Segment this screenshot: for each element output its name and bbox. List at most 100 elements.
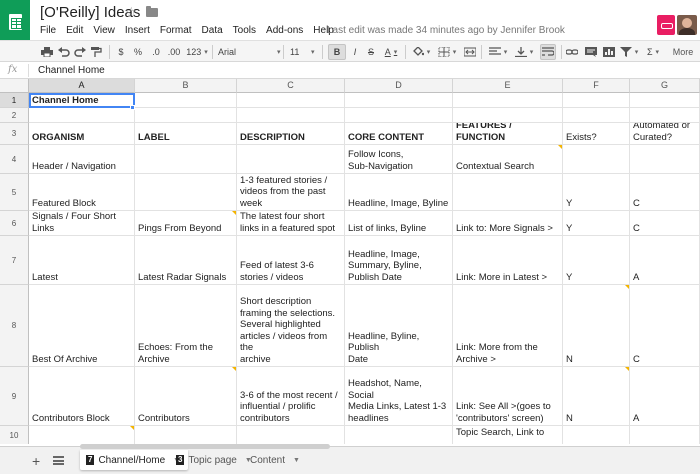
sheet-tab-content[interactable]: Content ▼ bbox=[244, 450, 308, 470]
row-header-2[interactable]: 2 bbox=[0, 108, 29, 123]
cell-a4[interactable]: Header / Navigation bbox=[29, 145, 135, 174]
select-all-corner[interactable] bbox=[0, 79, 29, 93]
cell-a9[interactable]: Contributors Block bbox=[29, 367, 135, 426]
cell-a2[interactable] bbox=[29, 108, 135, 123]
cell-e10[interactable]: Topic Search, Link to bbox=[453, 426, 563, 444]
filter-icon[interactable] bbox=[618, 44, 640, 60]
column-header-c[interactable]: C bbox=[237, 79, 345, 93]
cell-d9[interactable]: Headshot, Name, Social Media Links, Late… bbox=[345, 367, 453, 426]
vertical-align-icon[interactable] bbox=[513, 44, 535, 60]
formula-input[interactable]: Channel Home bbox=[38, 65, 105, 76]
row-header-1[interactable]: 1 bbox=[0, 93, 29, 108]
cell-d1[interactable] bbox=[345, 93, 453, 108]
font-size-dropdown[interactable]: 11 bbox=[290, 44, 318, 60]
fill-color-icon[interactable] bbox=[410, 44, 432, 60]
cell-f1[interactable] bbox=[563, 93, 630, 108]
row-header-6[interactable]: 6 bbox=[0, 211, 29, 236]
cell-f7[interactable]: Y bbox=[563, 236, 630, 285]
horizontal-scrollbar[interactable] bbox=[80, 444, 330, 449]
cell-f2[interactable] bbox=[563, 108, 630, 123]
cell-f4[interactable] bbox=[563, 145, 630, 174]
cell-c6[interactable]: The latest four short links in a feature… bbox=[237, 211, 345, 236]
menu-data[interactable]: Data bbox=[202, 25, 223, 36]
row-header-5[interactable]: 5 bbox=[0, 174, 29, 211]
column-header-e[interactable]: E bbox=[453, 79, 563, 93]
cell-f3[interactable]: Exists? bbox=[563, 123, 630, 145]
print-icon[interactable] bbox=[41, 44, 53, 60]
strikethrough-button[interactable]: S bbox=[366, 44, 376, 60]
text-color-button[interactable]: A bbox=[381, 44, 401, 60]
cell-g10[interactable] bbox=[630, 426, 700, 444]
cell-c3[interactable]: DESCRIPTION bbox=[237, 123, 345, 145]
cell-g3[interactable]: Automated or Curated? bbox=[630, 123, 700, 145]
folder-icon[interactable] bbox=[146, 6, 158, 17]
cell-d7[interactable]: Headline, Image, Summary, Byline, Publis… bbox=[345, 236, 453, 285]
star-icon[interactable]: ☆ bbox=[125, 4, 138, 21]
cell-b5[interactable] bbox=[135, 174, 237, 211]
cell-b8[interactable]: Echoes: From the Archive bbox=[135, 285, 237, 367]
menu-view[interactable]: View bbox=[93, 25, 115, 36]
menu-addons[interactable]: Add-ons bbox=[266, 25, 303, 36]
undo-icon[interactable] bbox=[58, 44, 70, 60]
cell-e6[interactable]: Link to: More Signals > bbox=[453, 211, 563, 236]
cell-c2[interactable] bbox=[237, 108, 345, 123]
cell-f5[interactable]: Y bbox=[563, 174, 630, 211]
cell-d5[interactable]: Headline, Image, Byline bbox=[345, 174, 453, 211]
cell-g7[interactable]: A bbox=[630, 236, 700, 285]
cell-c9[interactable]: 3-6 of the most recent / influential / p… bbox=[237, 367, 345, 426]
cell-b1[interactable] bbox=[135, 93, 237, 108]
cell-b7[interactable]: Latest Radar Signals bbox=[135, 236, 237, 285]
cell-f9[interactable]: N bbox=[563, 367, 630, 426]
bold-button[interactable]: B bbox=[328, 44, 346, 60]
add-sheet-icon[interactable]: + bbox=[32, 453, 40, 469]
cell-b4[interactable] bbox=[135, 145, 237, 174]
redo-icon[interactable] bbox=[74, 44, 86, 60]
cell-a3[interactable]: ORGANISM bbox=[29, 123, 135, 145]
cell-g8[interactable]: C bbox=[630, 285, 700, 367]
increase-decimal-button[interactable]: .00 bbox=[166, 44, 182, 60]
text-wrap-icon[interactable] bbox=[540, 44, 556, 60]
cell-c4[interactable] bbox=[237, 145, 345, 174]
comment-marker-icon[interactable] bbox=[558, 145, 562, 149]
cell-f8[interactable]: N bbox=[563, 285, 630, 367]
cell-g6[interactable]: C bbox=[630, 211, 700, 236]
functions-button[interactable]: Σ bbox=[643, 44, 663, 60]
column-header-g[interactable]: G bbox=[630, 79, 700, 93]
cell-f10[interactable] bbox=[563, 426, 630, 444]
cell-c7[interactable]: Feed of latest 3-6 stories / videos bbox=[237, 236, 345, 285]
comment-marker-icon[interactable] bbox=[232, 211, 236, 215]
menu-file[interactable]: File bbox=[40, 25, 56, 36]
last-edit-status[interactable]: Last edit was made 34 minutes ago by Jen… bbox=[327, 25, 565, 36]
comment-marker-icon[interactable] bbox=[130, 426, 134, 430]
all-sheets-icon[interactable] bbox=[53, 456, 64, 465]
comment-marker-icon[interactable] bbox=[232, 367, 236, 371]
cell-e7[interactable]: Link: More in Latest > bbox=[453, 236, 563, 285]
comment-marker-icon[interactable] bbox=[625, 367, 629, 371]
cell-a7[interactable]: Latest bbox=[29, 236, 135, 285]
chevron-down-icon[interactable]: ▼ bbox=[293, 457, 300, 464]
cell-d8[interactable]: Headline, Byline, Publish Date bbox=[345, 285, 453, 367]
italic-button[interactable]: I bbox=[350, 44, 360, 60]
cell-b2[interactable] bbox=[135, 108, 237, 123]
row-header-7[interactable]: 7 bbox=[0, 236, 29, 285]
column-header-d[interactable]: D bbox=[345, 79, 453, 93]
column-header-f[interactable]: F bbox=[563, 79, 630, 93]
cell-a10[interactable] bbox=[29, 426, 135, 444]
cell-d3[interactable]: CORE CONTENT bbox=[345, 123, 453, 145]
cell-c1[interactable] bbox=[237, 93, 345, 108]
cell-b9[interactable]: Contributors bbox=[135, 367, 237, 426]
more-toolbar-button[interactable]: More bbox=[670, 44, 696, 60]
cell-g2[interactable] bbox=[630, 108, 700, 123]
menu-tools[interactable]: Tools bbox=[233, 25, 256, 36]
cell-f6[interactable]: Y bbox=[563, 211, 630, 236]
menu-format[interactable]: Format bbox=[160, 25, 192, 36]
cell-e1[interactable] bbox=[453, 93, 563, 108]
cell-d6[interactable]: List of links, Byline bbox=[345, 211, 453, 236]
insert-comment-icon[interactable] bbox=[585, 44, 597, 60]
cell-e4[interactable]: Contextual Search bbox=[453, 145, 563, 174]
cell-b10[interactable] bbox=[135, 426, 237, 444]
cell-c8[interactable]: Short description framing the selections… bbox=[237, 285, 345, 367]
sheets-logo-icon[interactable] bbox=[0, 0, 30, 44]
insert-link-icon[interactable] bbox=[566, 44, 578, 60]
menu-insert[interactable]: Insert bbox=[125, 25, 150, 36]
